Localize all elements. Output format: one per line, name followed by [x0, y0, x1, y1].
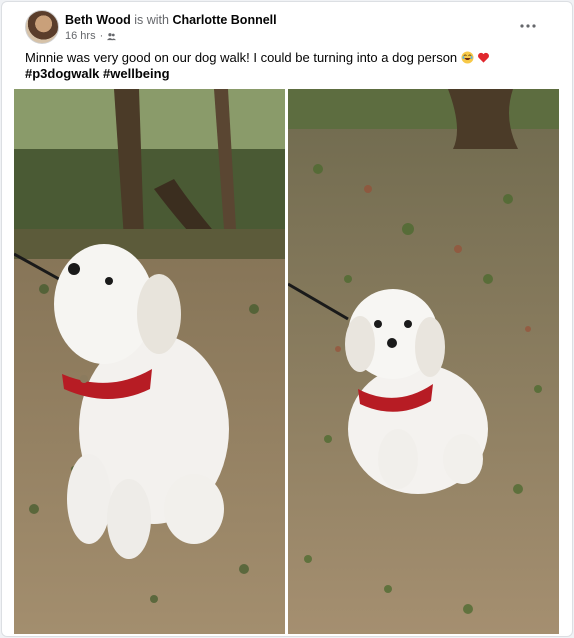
hashtag-p3dogwalk[interactable]: #p3dogwalk	[25, 66, 99, 81]
post-header: Beth Wood is with Charlotte Bonnell 16 h…	[2, 2, 572, 46]
post-body: Minnie was very good on our dog walk! I …	[25, 50, 555, 82]
tagged-name[interactable]: Charlotte Bonnell	[172, 13, 276, 27]
author-avatar[interactable]	[25, 10, 59, 44]
more-options-icon[interactable]	[514, 12, 542, 40]
dog-photo-left[interactable]	[14, 89, 285, 634]
red-heart-emoji	[478, 52, 490, 63]
friends-icon	[107, 32, 117, 40]
post-meta: 16 hrs ·	[65, 30, 117, 42]
dog-photo-right[interactable]	[288, 89, 559, 634]
author-line: Beth Wood is with Charlotte Bonnell	[65, 13, 277, 27]
post-body-text: Minnie was very good on our dog walk! I …	[25, 50, 458, 65]
hashtag-wellbeing[interactable]: #wellbeing	[103, 66, 169, 81]
laughing-emoji	[461, 51, 474, 64]
post-time[interactable]: 16 hrs	[65, 30, 96, 42]
with-text: is with	[134, 13, 169, 27]
author-name[interactable]: Beth Wood	[65, 13, 131, 27]
post-card: Beth Wood is with Charlotte Bonnell 16 h…	[1, 1, 573, 637]
